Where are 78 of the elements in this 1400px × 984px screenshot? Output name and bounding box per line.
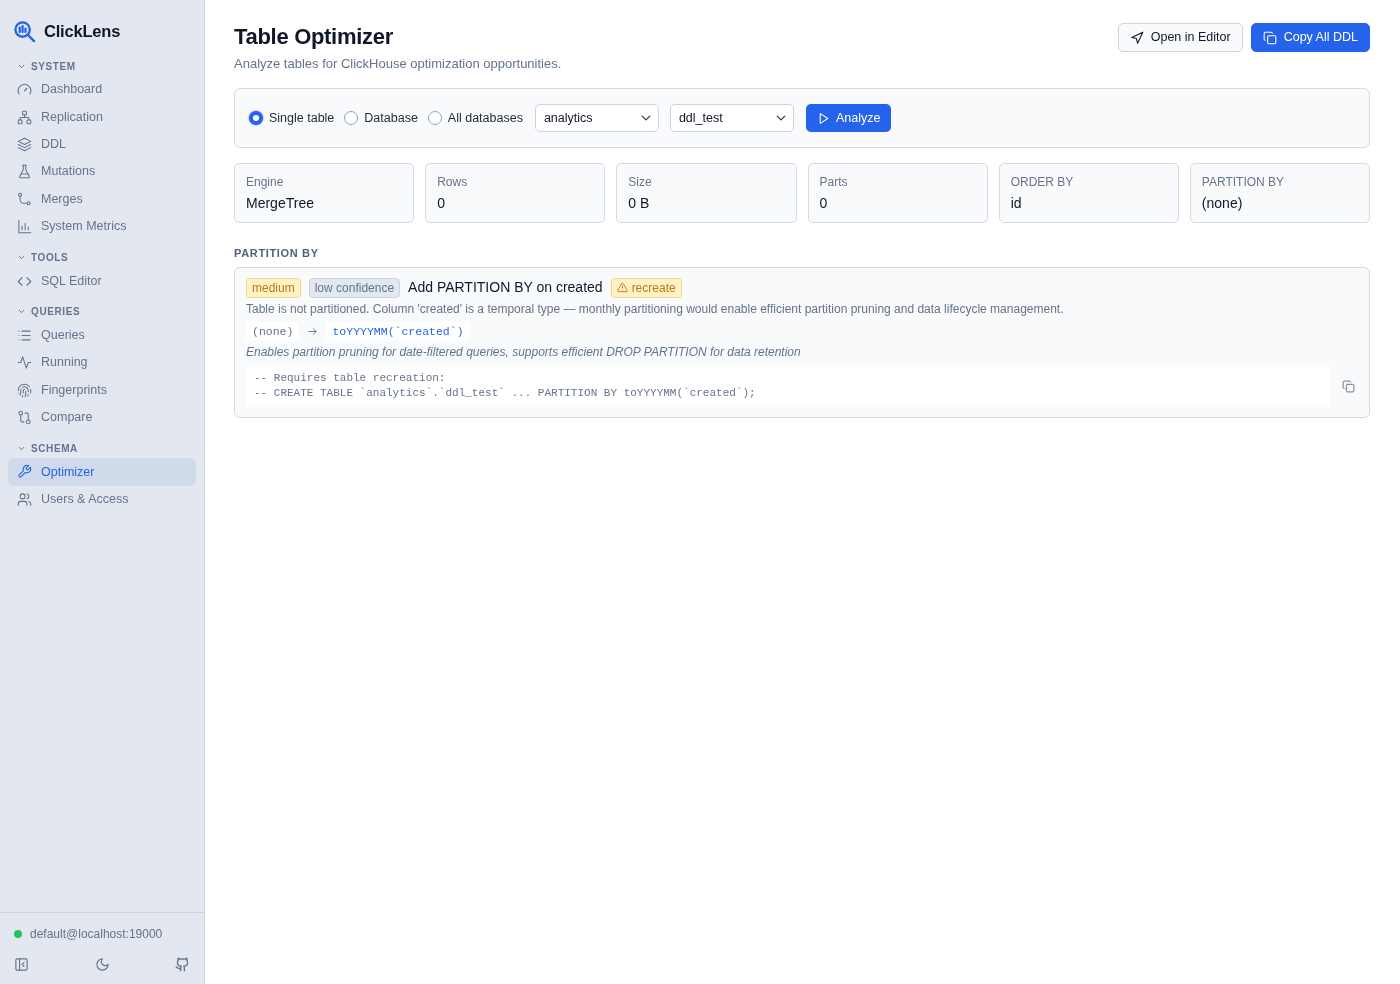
open-editor-button[interactable]: Open in Editor	[1117, 23, 1243, 52]
nav-item[interactable]: DDL	[8, 130, 196, 159]
section-header[interactable]: TOOLS	[8, 247, 69, 268]
github-icon	[175, 957, 190, 972]
stat-value: 0	[819, 194, 829, 212]
compare-icon	[17, 410, 32, 426]
nav-item[interactable]: Users & Access	[8, 485, 196, 514]
moon-icon	[94, 957, 110, 972]
copy-icon	[1342, 379, 1355, 393]
stat-value: id	[1010, 194, 1023, 212]
wrench-icon	[17, 464, 32, 480]
nav-item[interactable]: Mutations	[8, 158, 196, 186]
section-heading: PARTITION BY	[234, 246, 320, 261]
nav-item[interactable]: Compare	[8, 403, 196, 432]
stat-label: Parts	[819, 175, 849, 190]
list-icon	[17, 327, 32, 343]
section-header[interactable]: QUERIES	[8, 301, 81, 322]
stat-value: MergeTree	[246, 194, 315, 212]
radio-label[interactable]: Database	[364, 108, 418, 128]
flask-icon	[17, 164, 32, 180]
database-select[interactable]: analytics	[534, 104, 659, 132]
tag-label: low confidence	[308, 277, 401, 298]
app-name: ClickLens	[44, 21, 121, 43]
magnifier-logo-icon	[13, 20, 36, 43]
page-title: Table Optimizer	[234, 23, 394, 51]
nav-item[interactable]: Replication	[8, 103, 196, 131]
nav-item[interactable]: Merges	[8, 185, 196, 213]
nav-item[interactable]: System Metrics	[8, 212, 196, 241]
section-header[interactable]: SYSTEM	[8, 56, 76, 76]
pulse-icon	[17, 355, 32, 371]
proposed-value: toYYYYMM(`created`)	[326, 322, 470, 341]
copy-icon	[1262, 30, 1277, 45]
nav-item[interactable]: Optimizer	[8, 458, 196, 486]
collapse-sidebar-button[interactable]	[14, 957, 29, 972]
radio-button[interactable]	[427, 111, 442, 125]
benefit-note: Enables partition pruning for date-filtered queries, supports efficient DROP PARTITION for data retention	[246, 344, 802, 360]
fingerprint-icon	[17, 382, 32, 398]
current-value: (none)	[246, 322, 300, 341]
stat-label: Size	[628, 175, 653, 190]
warning-icon	[616, 282, 628, 293]
stat-label: PARTITION BY	[1201, 175, 1286, 190]
arrow-right-icon	[307, 326, 319, 337]
section-header[interactable]: SCHEMA	[8, 438, 78, 459]
recommendation-title: Add PARTITION BY on created	[408, 278, 603, 297]
nav-item[interactable]: SQL Editor	[8, 267, 196, 295]
stat-label: ORDER BY	[1010, 175, 1075, 190]
radio-label[interactable]: All databases	[447, 108, 523, 128]
radio-button[interactable]	[249, 111, 263, 125]
recommendation-description: Table is not partitioned. Column 'created' is a temporal type — monthly partitioning would enable efficient partition pruning and data lifecycle management.	[246, 301, 1065, 317]
page-subtitle: Analyze tables for ClickHouse optimization opportunities.	[234, 55, 562, 73]
stat-value: (none)	[1201, 194, 1244, 212]
navigation-arrow-icon	[1129, 30, 1144, 45]
radio-button[interactable]	[344, 111, 359, 125]
panel-collapse-icon	[14, 957, 29, 972]
layers-icon	[17, 136, 32, 152]
copy-button[interactable]	[1342, 379, 1355, 393]
theme-toggle-button[interactable]	[94, 957, 110, 972]
stat-value: 0	[437, 194, 446, 212]
stat-label: Rows	[437, 175, 469, 190]
branch-icon	[17, 191, 32, 207]
copy-ddl-button[interactable]: Copy All DDL	[1250, 23, 1370, 52]
nav-item[interactable]: Dashboard	[8, 76, 196, 104]
nav-item[interactable]: Fingerprints	[8, 376, 196, 404]
analyze-button[interactable]: Analyze	[805, 104, 892, 132]
radio-label[interactable]: Single table	[269, 108, 335, 128]
hierarchy-icon	[17, 109, 32, 125]
users-icon	[17, 491, 32, 507]
stat-label: Engine	[246, 175, 285, 190]
tag-label: medium	[246, 277, 301, 298]
stat-value: 0 B	[628, 194, 651, 212]
connection-label: default@localhost:19000	[30, 926, 163, 943]
table-select[interactable]: ddl_test	[669, 104, 794, 132]
code-block: -- Requires table recreation: -- CREATE TABLE `analytics`.`ddl_test` ... PARTITION BY toYYYYMM(`created`);	[246, 365, 1330, 407]
github-link[interactable]	[175, 957, 190, 972]
tag-label: recreate	[610, 277, 682, 298]
nav-item[interactable]: Queries	[8, 321, 196, 350]
nav-item[interactable]: Running	[8, 349, 196, 377]
bar-chart-icon	[17, 219, 32, 235]
